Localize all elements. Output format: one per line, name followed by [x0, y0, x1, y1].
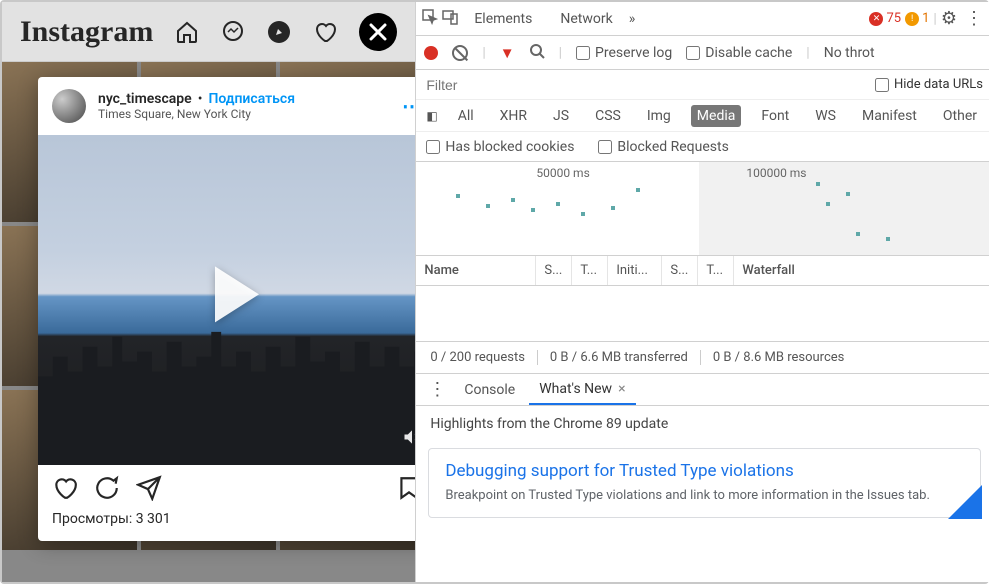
- card-body: Breakpoint on Trusted Type violations an…: [445, 487, 964, 505]
- network-toolbar: | ▼ | Preserve log Disable cache | No th…: [416, 36, 989, 70]
- home-icon[interactable]: [175, 20, 199, 44]
- tab-network[interactable]: Network: [548, 5, 624, 33]
- username[interactable]: nyc_timescape: [98, 91, 192, 107]
- search-icon[interactable]: [529, 43, 545, 63]
- preserve-log-checkbox[interactable]: Preserve log: [576, 45, 672, 61]
- resources-size: 0 B / 8.6 MB resources: [701, 350, 857, 365]
- hide-data-urls-checkbox[interactable]: Hide data URLs: [875, 77, 983, 92]
- transferred-size: 0 B / 6.6 MB transferred: [538, 350, 701, 365]
- drawer-heading: Highlights from the Chrome 89 update: [416, 406, 989, 442]
- filter-ws[interactable]: WS: [809, 105, 842, 127]
- post-header: nyc_timescape • Подписаться Times Square…: [38, 77, 436, 135]
- kebab-menu-icon[interactable]: ⋮: [961, 8, 987, 29]
- blocked-requests-checkbox[interactable]: Blocked Requests: [598, 139, 728, 155]
- close-icon[interactable]: ×: [618, 381, 625, 397]
- blocked-filters: Has blocked cookies Blocked Requests: [416, 132, 989, 162]
- subscribe-link[interactable]: Подписаться: [208, 91, 295, 107]
- filter-manifest[interactable]: Manifest: [856, 105, 923, 127]
- drawer-tab-whatsnew[interactable]: What's New×: [529, 375, 635, 405]
- filter-input[interactable]: [426, 77, 859, 93]
- col-type[interactable]: T...: [572, 256, 608, 285]
- col-name[interactable]: Name: [416, 256, 536, 285]
- disable-cache-checkbox[interactable]: Disable cache: [686, 45, 792, 61]
- filter-xhr[interactable]: XHR: [494, 105, 533, 127]
- gear-icon[interactable]: ⚙: [941, 8, 957, 29]
- clear-icon[interactable]: [452, 45, 468, 61]
- devtools-tab-bar: Elements Network » ✕75 !1 | ⚙ ⋮: [416, 2, 989, 36]
- col-time[interactable]: T...: [698, 256, 734, 285]
- blocked-cookies-checkbox[interactable]: Has blocked cookies: [426, 139, 574, 155]
- filter-all[interactable]: All: [452, 105, 480, 127]
- post-actions: [38, 465, 436, 511]
- location-text[interactable]: Times Square, New York City: [98, 107, 390, 121]
- card-corner-icon: [948, 485, 982, 519]
- network-table-body: [416, 286, 989, 342]
- filter-other[interactable]: Other: [937, 105, 983, 127]
- filter-row: Hide data URLs: [416, 70, 989, 100]
- more-tabs-icon[interactable]: »: [629, 11, 636, 27]
- network-status-bar: 0 / 200 requests 0 B / 6.6 MB transferre…: [416, 342, 989, 374]
- separator-dot: •: [198, 91, 203, 107]
- post-modal: nyc_timescape • Подписаться Times Square…: [38, 77, 436, 541]
- filter-media[interactable]: Media: [691, 105, 742, 127]
- filter-js[interactable]: JS: [547, 105, 575, 127]
- avatar[interactable]: [52, 89, 86, 123]
- comment-icon[interactable]: [94, 475, 120, 507]
- filter-icon[interactable]: ▼: [500, 44, 515, 62]
- views-count: Просмотры: 3 301: [38, 511, 436, 541]
- post-video[interactable]: [38, 135, 436, 465]
- network-table-header: Name S... T... Initi... S... T... Waterf…: [416, 256, 989, 286]
- col-status[interactable]: S...: [536, 256, 572, 285]
- overview-timeline[interactable]: 50000 ms 100000 ms: [416, 162, 989, 256]
- requests-count: 0 / 200 requests: [418, 350, 538, 365]
- compass-icon[interactable]: [267, 20, 291, 44]
- close-icon[interactable]: [359, 13, 397, 51]
- col-initiator[interactable]: Initi...: [608, 256, 662, 285]
- throttling-select[interactable]: No throt: [824, 45, 875, 61]
- ig-top-bar: Instagram: [2, 2, 415, 62]
- filter-css[interactable]: CSS: [589, 105, 627, 127]
- tab-elements[interactable]: Elements: [462, 5, 544, 33]
- card-title: Debugging support for Trusted Type viola…: [445, 461, 964, 481]
- invert-icon[interactable]: ◧: [426, 109, 437, 123]
- messenger-icon[interactable]: [221, 20, 245, 44]
- resource-type-filters: ◧ All XHR JS CSS Img Media Font WS Manif…: [416, 100, 989, 132]
- filter-img[interactable]: Img: [641, 105, 677, 127]
- drawer-tab-console[interactable]: Console: [454, 376, 525, 404]
- instagram-logo[interactable]: Instagram: [20, 15, 153, 49]
- col-size[interactable]: S...: [662, 256, 698, 285]
- record-icon[interactable]: [424, 46, 438, 60]
- inspect-icon[interactable]: [422, 9, 438, 29]
- warning-count[interactable]: !1: [905, 11, 929, 26]
- devtools-panel: Elements Network » ✕75 !1 | ⚙ ⋮ | ▼ | Pr…: [415, 2, 989, 582]
- filter-font[interactable]: Font: [755, 105, 795, 127]
- like-icon[interactable]: [52, 475, 78, 507]
- drawer-menu-icon[interactable]: ⋮: [424, 379, 450, 400]
- col-waterfall[interactable]: Waterfall: [734, 256, 989, 285]
- play-icon[interactable]: [215, 266, 259, 322]
- device-icon[interactable]: [442, 9, 458, 29]
- instagram-panel: Instagram nyc_timescape: [2, 2, 415, 582]
- heart-icon[interactable]: [313, 20, 337, 44]
- share-icon[interactable]: [136, 475, 162, 507]
- drawer-tab-bar: ⋮ Console What's New×: [416, 374, 989, 406]
- error-count[interactable]: ✕75: [869, 11, 901, 26]
- whats-new-card[interactable]: Debugging support for Trusted Type viola…: [428, 448, 981, 518]
